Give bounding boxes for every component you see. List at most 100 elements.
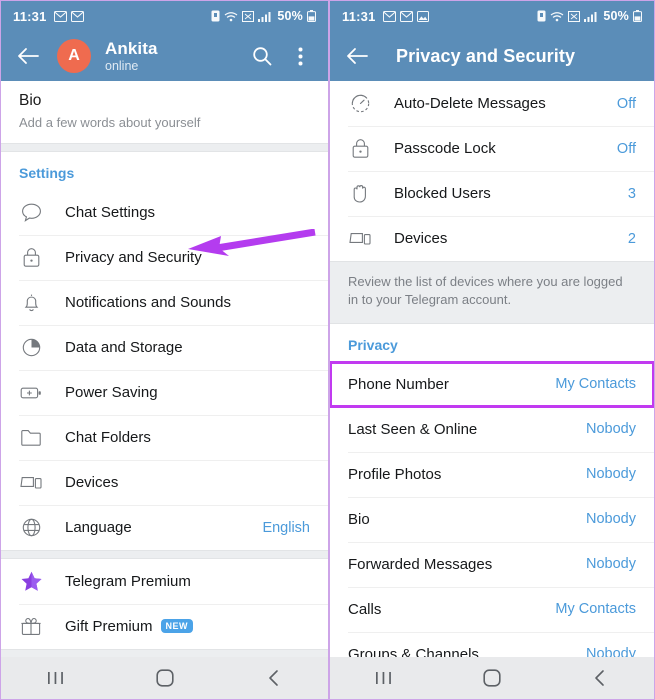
settings-row-gift-premium[interactable]: Gift Premium NEW [1,604,328,649]
signal-icon [258,11,271,22]
status-bar-notification-icons [382,10,429,22]
privacy-row-phone-number[interactable]: Phone Number My Contacts [330,360,654,408]
bio-block[interactable]: Bio Add a few words about yourself [1,81,328,143]
status-bar-time: 11:31 [342,8,376,24]
right-content: Auto-Delete Messages Off Passcode Lock O… [330,81,654,677]
status-bar-notification-icons [53,10,84,22]
settings-row-chat-settings[interactable]: Chat Settings [1,190,328,235]
recents-icon[interactable] [355,663,413,693]
gmail-icon [399,10,413,22]
gmail-icon [382,10,396,22]
security-row-value: 3 [627,185,636,202]
section-divider [1,550,328,559]
back-arrow-icon[interactable] [15,43,41,69]
security-row-passcode-lock[interactable]: Passcode Lock Off [330,126,654,171]
privacy-row-label: Last Seen & Online [348,420,478,438]
section-divider [1,143,328,152]
right-app-bar: Privacy and Security [330,31,654,81]
wifi-icon [224,11,238,22]
settings-row-notifications-and-sounds[interactable]: Notifications and Sounds [1,280,328,325]
lock-icon [19,247,43,268]
settings-row-power-saving[interactable]: Power Saving [1,370,328,415]
battery-icon [307,10,316,22]
globe-icon [19,517,43,538]
privacy-row-value: Nobody [586,466,636,483]
gmail-icon [70,10,84,22]
security-row-value: 2 [627,230,636,247]
photo-icon [416,10,429,22]
devices-icon [19,474,43,491]
pie-clock-icon [19,337,43,358]
settings-row-language[interactable]: Language English [1,505,328,550]
settings-row-label: Language [65,519,132,536]
privacy-row-bio[interactable]: Bio Nobody [330,496,654,542]
settings-row-label: Chat Folders [65,429,151,446]
nfc-icon [568,10,581,22]
chat-title-block: Ankita online [105,39,158,73]
star-icon [19,570,43,593]
battery-icon [633,10,642,22]
privacy-row-label: Profile Photos [348,465,442,483]
hand-block-icon [348,183,372,204]
overflow-menu-icon[interactable] [286,42,314,70]
security-row-devices[interactable]: Devices 2 [330,216,654,261]
alarm-icon [211,10,220,22]
settings-row-chat-folders[interactable]: Chat Folders [1,415,328,460]
security-row-label: Passcode Lock [394,140,496,157]
home-icon[interactable] [136,663,194,693]
settings-row-label: Power Saving [65,384,158,401]
status-bar-system-icons: 50% [211,9,316,23]
devices-icon [348,230,372,247]
back-arrow-icon[interactable] [344,43,370,69]
security-row-label: Blocked Users [394,185,491,202]
privacy-row-value: Nobody [586,511,636,528]
devices-info-text: Review the list of devices where you are… [330,261,654,324]
privacy-row-last-seen-and-online[interactable]: Last Seen & Online Nobody [330,406,654,452]
privacy-row-forwarded-messages[interactable]: Forwarded Messages Nobody [330,541,654,587]
settings-row-label: Privacy and Security [65,249,202,266]
battery-percent-label: 50% [603,9,629,23]
bell-icon [19,292,43,313]
gift-icon [19,616,43,637]
alarm-icon [537,10,546,22]
left-nav-bar [1,657,328,699]
security-row-value: Off [616,140,636,157]
battery-plus-icon [19,385,43,401]
settings-row-telegram-premium[interactable]: Telegram Premium [1,559,328,604]
security-row-auto-delete-messages[interactable]: Auto-Delete Messages Off [330,81,654,126]
avatar[interactable]: A [57,39,91,73]
bio-placeholder: Add a few words about yourself [19,115,201,130]
chat-title: Ankita [105,38,158,58]
settings-row-value: English [262,519,310,536]
settings-row-label: Notifications and Sounds [65,294,231,311]
right-phone-screen: 11:31 50% Privacy and Security Auto-Dele… [329,0,655,700]
left-status-bar: 11:31 50% [1,1,328,31]
privacy-row-value: Nobody [586,556,636,573]
gift-premium-text: Gift Premium [65,618,153,635]
folder-icon [19,428,43,447]
settings-row-privacy-and-security[interactable]: Privacy and Security [1,235,328,280]
back-chevron-icon[interactable] [245,663,303,693]
privacy-row-profile-photos[interactable]: Profile Photos Nobody [330,451,654,497]
settings-row-data-and-storage[interactable]: Data and Storage [1,325,328,370]
left-app-bar: A Ankita online [1,31,328,81]
right-nav-bar [330,657,654,699]
back-chevron-icon[interactable] [571,663,629,693]
security-row-blocked-users[interactable]: Blocked Users 3 [330,171,654,216]
privacy-row-label: Forwarded Messages [348,555,493,573]
recents-icon[interactable] [27,663,85,693]
security-row-label: Devices [394,230,448,247]
page-title: Privacy and Security [396,45,576,66]
chat-bubble-icon [19,202,43,223]
privacy-row-value: My Contacts [555,601,636,618]
home-icon[interactable] [463,663,521,693]
signal-icon [584,11,597,22]
auto-delete-timer-icon [348,93,372,114]
dual-screenshot-container: 11:31 50% A Ankita online Bio Add a few … [0,0,655,700]
privacy-row-label: Calls [348,600,382,618]
privacy-row-calls[interactable]: Calls My Contacts [330,586,654,632]
search-icon[interactable] [248,42,276,70]
left-content: Bio Add a few words about yourself Setti… [1,81,328,658]
settings-row-devices[interactable]: Devices [1,460,328,505]
new-badge: NEW [160,619,194,633]
